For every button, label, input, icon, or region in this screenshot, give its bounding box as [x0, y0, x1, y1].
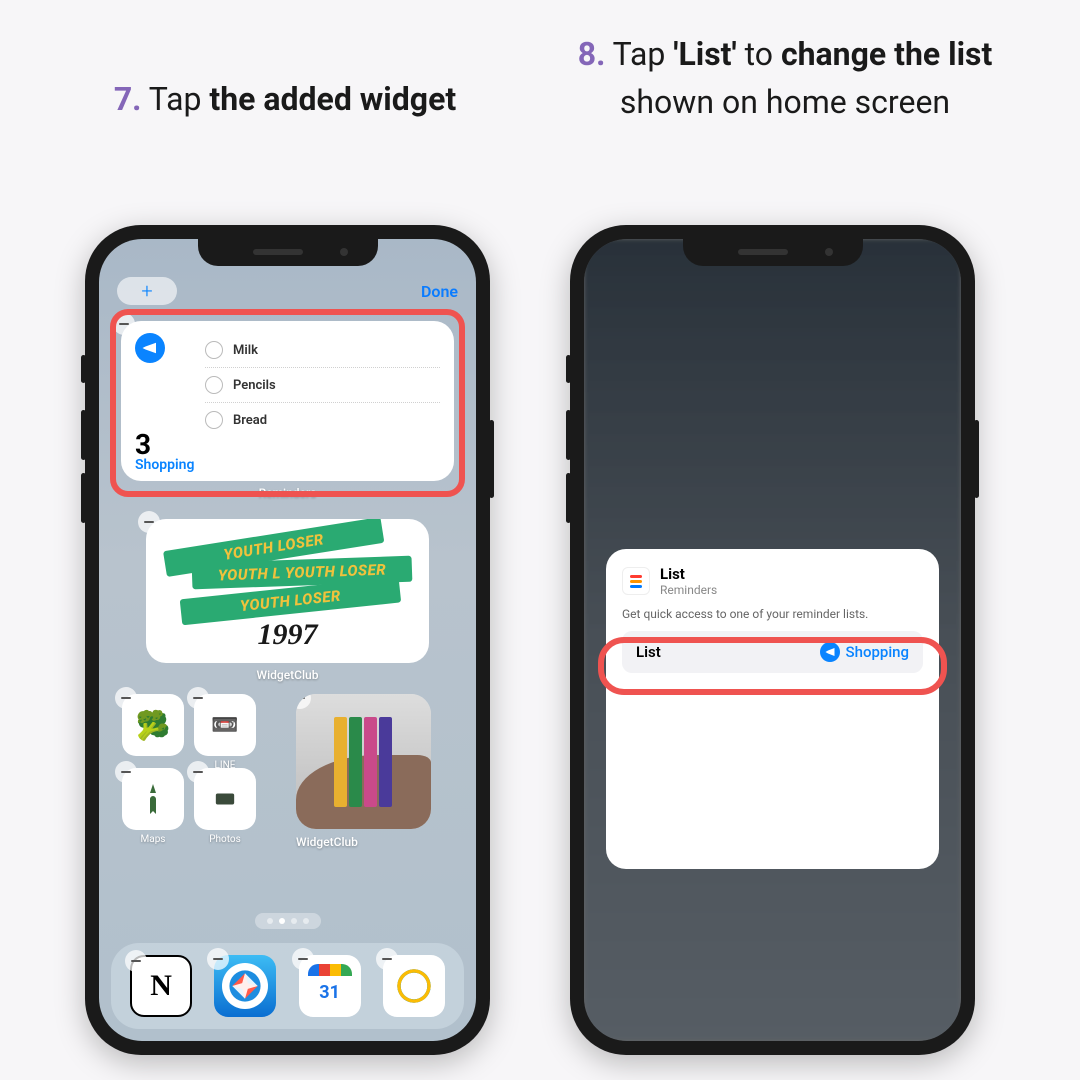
remove-widget-badge[interactable]: [138, 511, 160, 533]
year-text: 1997: [258, 618, 318, 652]
remove-app-badge[interactable]: [376, 948, 398, 970]
remove-app-badge[interactable]: [115, 761, 137, 783]
page-indicator[interactable]: [255, 913, 321, 929]
widget-app-label: WidgetClub: [257, 668, 319, 682]
notion-icon: N: [150, 969, 172, 1003]
dock-app-chatgpt[interactable]: [383, 955, 445, 1017]
volume-button: [81, 473, 86, 523]
reminder-item-label: Bread: [233, 413, 267, 428]
app-icon-photos[interactable]: Photos: [194, 768, 256, 830]
widget-config-card: List Reminders Get quick access to one o…: [606, 549, 939, 869]
reminders-app-icon: [622, 567, 650, 595]
volume-button: [566, 410, 571, 460]
remove-app-badge[interactable]: [187, 761, 209, 783]
power-button: [489, 420, 494, 498]
knot-icon: [394, 966, 434, 1006]
volume-button: [566, 355, 571, 383]
step-8-instruction: 8. Tap 'List' to change the list shown o…: [570, 30, 1000, 126]
photo-widget-small[interactable]: [296, 694, 431, 829]
photo-widget[interactable]: YOUTH LOSER YOUTH L YOUTH LOSER YOUTH LO…: [146, 519, 429, 663]
compass-icon: [228, 969, 262, 1003]
remove-app-badge[interactable]: [292, 948, 314, 970]
remove-widget-badge[interactable]: [113, 313, 135, 335]
phone-right: List Reminders Get quick access to one o…: [570, 225, 975, 1055]
step-7-instruction: 7. Tap the added widget: [95, 75, 475, 123]
remove-app-badge[interactable]: [207, 948, 229, 970]
app-label: Photos: [209, 834, 241, 845]
config-title: List: [660, 565, 717, 583]
calendar-day: 31: [308, 976, 352, 1008]
text: Tap: [149, 80, 210, 118]
add-widget-button[interactable]: +: [117, 277, 177, 305]
dock: N: [111, 943, 464, 1029]
phone-left: + Done 3 Shopping: [85, 225, 490, 1055]
checkbox-icon[interactable]: [205, 376, 223, 394]
checkbox-icon[interactable]: [205, 341, 223, 359]
done-button[interactable]: Done: [421, 282, 458, 301]
remove-app-badge[interactable]: [115, 687, 137, 709]
reminder-item-label: Milk: [233, 343, 258, 358]
reminder-item-label: Pencils: [233, 378, 276, 393]
app-label: Maps: [141, 834, 166, 845]
remove-app-badge[interactable]: [125, 950, 147, 972]
app-icon-line[interactable]: 📼 LINE: [194, 694, 256, 756]
reminder-list-name: Shopping: [135, 457, 195, 473]
checkbox-icon[interactable]: [205, 411, 223, 429]
text-bold: the added widget: [209, 80, 456, 118]
dock-app-calendar[interactable]: 31: [299, 955, 361, 1017]
widget-app-label: Reminders: [259, 486, 317, 500]
config-description: Get quick access to one of your reminder…: [622, 607, 923, 621]
volume-button: [566, 473, 571, 523]
widget-app-label: WidgetClub: [296, 835, 431, 849]
config-row-value: Shopping: [846, 643, 909, 661]
reminder-item: Milk: [205, 333, 440, 368]
config-subtitle: Reminders: [660, 583, 717, 597]
list-selector-row[interactable]: List Shopping: [622, 631, 923, 673]
shopping-list-icon: [135, 333, 165, 363]
dock-app-safari[interactable]: [214, 955, 276, 1017]
app-icon-broccoli[interactable]: 🥦: [122, 694, 184, 756]
reminder-item: Bread: [205, 403, 440, 437]
shopping-list-icon: [820, 642, 840, 662]
power-button: [974, 420, 979, 498]
reminders-widget[interactable]: 3 Shopping Milk Pencils Bread: [121, 321, 454, 481]
phone-notch: [683, 239, 863, 266]
reminder-item: Pencils: [205, 368, 440, 403]
dock-app-notion[interactable]: N: [130, 955, 192, 1017]
volume-button: [81, 355, 86, 383]
volume-button: [81, 410, 86, 460]
app-icon-maps[interactable]: Maps: [122, 768, 184, 830]
remove-app-badge[interactable]: [187, 687, 209, 709]
config-row-label: List: [636, 643, 661, 661]
step-number-7: 7.: [114, 80, 142, 118]
step-number-8: 8.: [578, 35, 606, 73]
phone-notch: [198, 239, 378, 266]
